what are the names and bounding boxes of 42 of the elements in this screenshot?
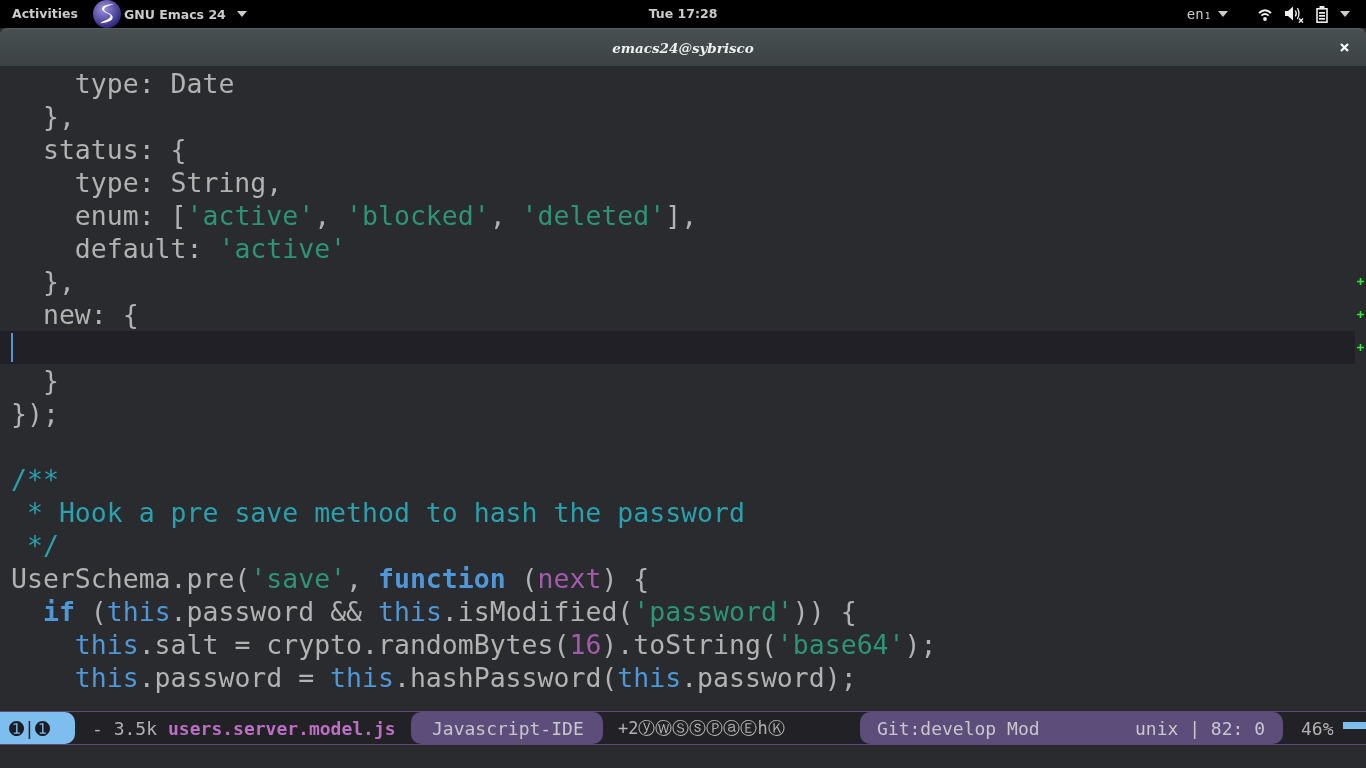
close-button[interactable]: [1340, 43, 1349, 52]
scroll-position-icon: [1343, 721, 1366, 729]
major-mode: Javascript-IDE: [411, 712, 603, 744]
caret-icon: [1218, 11, 1228, 17]
code-line: },: [42, 100, 75, 133]
code-line: /**: [11, 463, 59, 496]
code-line: type: String,: [74, 166, 283, 199]
code-line: default: 'active': [74, 232, 347, 265]
app-menu-button[interactable]: GNU Emacs 24: [92, 0, 247, 28]
text-cursor: [11, 333, 13, 362]
code-line: new: {: [42, 298, 139, 331]
code-line: });: [11, 397, 59, 430]
git-branch-status: Git:develop Mod: [877, 717, 1040, 739]
buffer-size: - 3.5k: [92, 717, 158, 739]
code-line: */: [26, 529, 59, 562]
input-source-button[interactable]: en₁: [1186, 6, 1228, 22]
emacs-logo-icon: [92, 0, 121, 28]
code-line: },: [42, 265, 75, 298]
close-icon: [1340, 43, 1349, 52]
battery-icon: [1316, 5, 1328, 23]
code-line: }: [42, 364, 59, 397]
code-line: this.salt = crypto.randomBytes(16).toString('base64');: [74, 628, 937, 661]
minor-modes: +2ⓨⓌⓈⓢⓅⓐⒺhⓀ: [618, 716, 785, 740]
window-title: emacs24@sybrisco: [612, 39, 754, 56]
cursor-position: unix | 82: 0: [1134, 717, 1265, 739]
caret-icon: [1340, 11, 1350, 17]
code-line: this.password = this.hashPassword(this.password);: [74, 661, 857, 694]
system-menu-button[interactable]: [1258, 5, 1350, 23]
code-line: * Hook a pre save method to hash the password: [26, 496, 745, 529]
scroll-percent: 46%: [1301, 717, 1334, 739]
caret-icon: [236, 11, 247, 17]
code-line: if (this.password && this.isModified('password')) {: [42, 595, 857, 628]
code-line: status: {: [42, 133, 187, 166]
clock[interactable]: Tue 17:28: [648, 4, 718, 24]
code-line: UserSchema.pre('save', function (next) {: [11, 562, 650, 595]
speaker-muted-icon: [1284, 5, 1304, 23]
wifi-icon: [1258, 7, 1272, 21]
code-line: type: Date: [74, 67, 235, 100]
buffer-name: users.server.model.js: [168, 717, 396, 739]
code-line: enum: ['active', 'blocked', 'deleted'],: [74, 199, 698, 232]
window-number: ➊|➊: [0, 712, 75, 744]
activities-button[interactable]: Activities: [11, 4, 79, 24]
